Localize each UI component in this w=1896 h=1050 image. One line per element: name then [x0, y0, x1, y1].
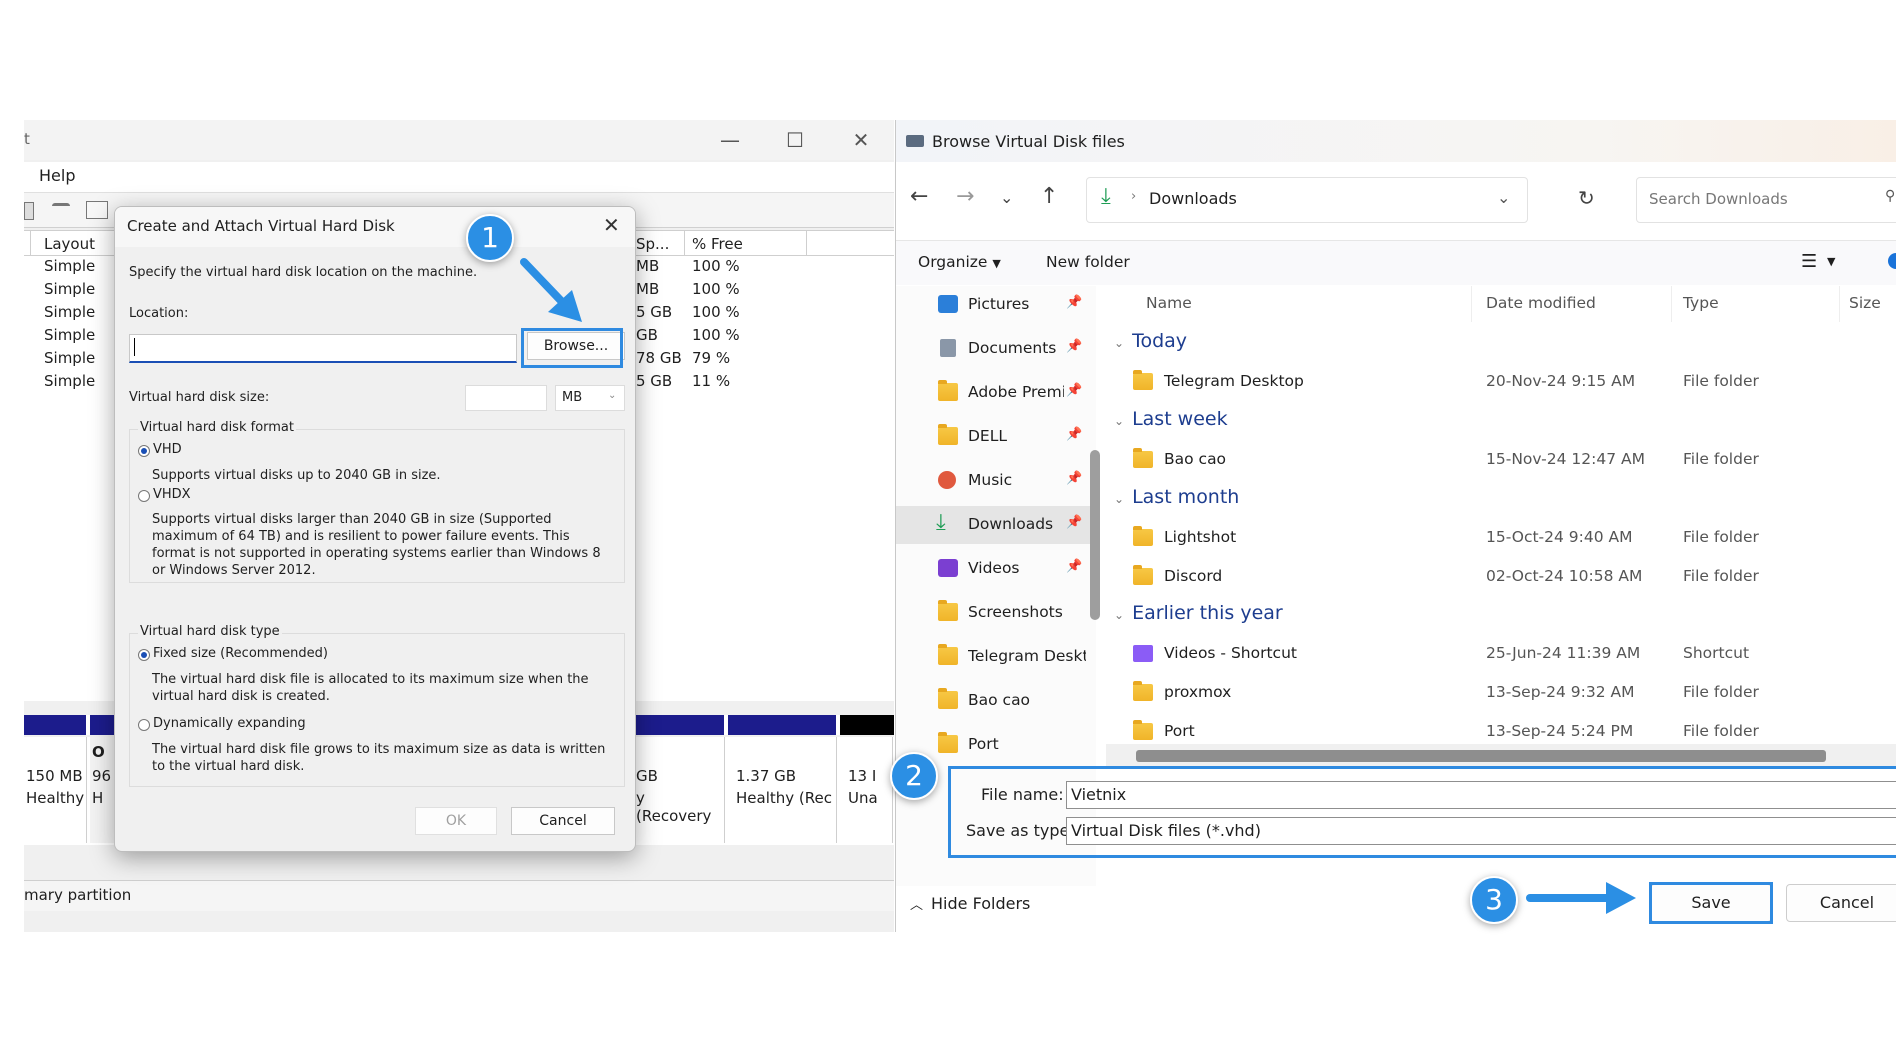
- annotation-arrows: [520, 258, 1636, 914]
- arrow-to-browse-icon: [520, 258, 582, 322]
- arrow-to-save-icon: [1526, 882, 1636, 914]
